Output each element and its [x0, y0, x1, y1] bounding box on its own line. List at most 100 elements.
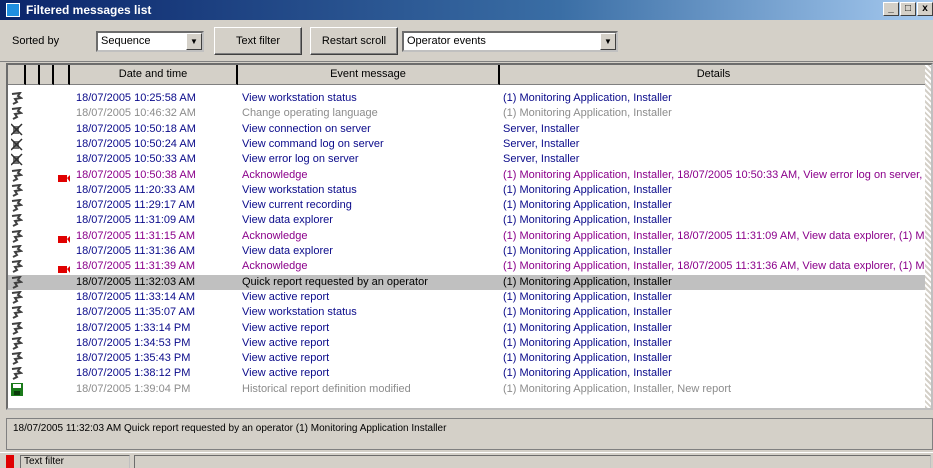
operator-icon [11, 290, 24, 304]
row-date-time: 18/07/2005 10:46:32 AM [76, 107, 196, 120]
table-row[interactable]: 18/07/2005 11:31:36 AM View data explorer… [8, 244, 931, 259]
table-row[interactable]: 18/07/2005 11:31:15 AM Acknowledge (1) Mon… [8, 229, 933, 244]
server-icon [10, 138, 23, 151]
header-event-message[interactable]: Event message [238, 65, 500, 85]
row-details: Server, Installer [503, 137, 580, 150]
table-row[interactable]: 18/07/2005 10:46:32 AM Change operating l… [8, 106, 931, 121]
row-date-time: 18/07/2005 10:50:18 AM [76, 122, 196, 135]
row-event-message: View current recording [242, 199, 352, 212]
vertical-scrollbar[interactable] [925, 65, 931, 408]
restart-scroll-button[interactable]: Restart scroll [310, 27, 398, 55]
operator-icon [11, 183, 24, 197]
chevron-down-icon[interactable]: ▼ [186, 33, 202, 50]
row-details: (1) Monitoring Application, Installer, 1… [503, 229, 933, 242]
operator-icon [11, 260, 24, 274]
header-icon-col[interactable] [8, 65, 26, 85]
row-event-message: View active report [242, 336, 330, 349]
row-details: (1) Monitoring Application, Installer [503, 367, 672, 380]
table-row[interactable]: 18/07/2005 10:50:38 AM Acknowledge (1) Mon… [8, 168, 931, 183]
row-date-time: 18/07/2005 10:50:33 AM [76, 153, 196, 166]
row-details: (1) Monitoring Application, Installer [503, 199, 672, 212]
event-filter-select[interactable]: Operator events ▼ [402, 31, 618, 52]
row-details: (1) Monitoring Application, Installer [503, 352, 672, 365]
row-event-message: View active report [242, 367, 330, 380]
table-row[interactable]: 18/07/2005 10:25:58 AM View workstation s… [8, 91, 931, 106]
row-date-time: 18/07/2005 11:32:03 AM [76, 275, 196, 288]
row-date-time: 18/07/2005 11:31:39 AM [76, 260, 196, 273]
row-date-time: 18/07/2005 1:34:53 PM [76, 336, 191, 349]
header-col-2[interactable] [26, 65, 40, 85]
table-row[interactable]: 18/07/2005 10:50:33 AM View error log on … [8, 152, 931, 167]
row-date-time: 18/07/2005 11:31:36 AM [76, 245, 196, 257]
operator-icon [11, 229, 24, 243]
row-event-message: View command log on server [242, 137, 384, 150]
header-col-4[interactable] [54, 65, 70, 85]
table-row[interactable]: 18/07/2005 1:38:12 PM View active report (… [8, 366, 931, 381]
detail-text: 18/07/2005 11:32:03 AM Quick report requ… [13, 423, 447, 434]
row-details: Server, Installer [503, 153, 580, 166]
alarm-icon [58, 172, 70, 182]
row-date-time: 18/07/2005 10:50:38 AM [76, 168, 196, 181]
chevron-down-icon[interactable]: ▼ [600, 33, 616, 50]
close-button[interactable]: x [917, 2, 933, 16]
row-details: Server, Installer [503, 122, 580, 135]
row-event-message: View connection on server [242, 122, 371, 135]
save-icon [11, 382, 23, 396]
row-details: (1) Monitoring Application, Installer [503, 245, 672, 257]
table-row[interactable]: 18/07/2005 1:39:04 PM Historical report d… [8, 382, 931, 397]
row-date-time: 18/07/2005 10:25:58 AM [76, 92, 196, 104]
messages-grid[interactable]: Date and time Event message Details 18/0… [6, 63, 933, 410]
row-details: (1) Monitoring Application, Installer [503, 321, 672, 334]
table-row[interactable]: 18/07/2005 11:20:33 AM View workstation s… [8, 183, 931, 198]
row-date-time: 18/07/2005 1:33:14 PM [76, 321, 191, 334]
text-filter-button[interactable]: Text filter [214, 27, 302, 55]
header-details[interactable]: Details [500, 65, 927, 85]
sort-select[interactable]: Sequence ▼ [96, 31, 204, 52]
table-row[interactable]: 18/07/2005 10:50:24 AM View command log o… [8, 137, 931, 152]
row-details: (1) Monitoring Application, Installer [503, 107, 672, 120]
operator-icon [11, 214, 24, 228]
table-row[interactable]: 18/07/2005 11:29:17 AM View current recor… [8, 198, 931, 213]
row-date-time: 18/07/2005 1:38:12 PM [76, 367, 191, 380]
sort-select-value: Sequence [101, 35, 151, 47]
row-event-message: View active report [242, 290, 330, 303]
table-row[interactable]: 18/07/2005 1:34:53 PM View active report (… [8, 336, 931, 351]
table-row[interactable]: 18/07/2005 11:31:39 AM Acknowledge (1) Mon… [8, 259, 933, 274]
sorted-by-label: Sorted by [12, 35, 60, 47]
title-bar: Filtered messages list _ □ x [0, 0, 933, 20]
minimize-button[interactable]: _ [883, 2, 899, 16]
app-icon [6, 3, 20, 17]
operator-icon [11, 244, 24, 258]
header-col-3[interactable] [40, 65, 54, 85]
table-row[interactable]: 18/07/2005 1:35:43 PM View active report (… [8, 351, 931, 366]
row-details: (1) Monitoring Application, Installer [503, 336, 672, 349]
row-event-message: Acknowledge [242, 229, 308, 242]
table-row[interactable]: 18/07/2005 11:33:14 AM View active report… [8, 290, 931, 305]
detail-panel: 18/07/2005 11:32:03 AM Quick report requ… [6, 418, 933, 450]
row-date-time: 18/07/2005 10:50:24 AM [76, 137, 196, 150]
server-icon [10, 153, 23, 166]
row-event-message: View workstation status [242, 92, 357, 104]
row-event-message: View data explorer [242, 245, 333, 257]
row-details: (1) Monitoring Application, Installer, 1… [503, 260, 933, 273]
table-row[interactable]: 18/07/2005 11:32:03 AM Quick report reque… [8, 274, 931, 290]
status-bar: Text filter [0, 452, 933, 468]
status-panel [134, 455, 931, 468]
alarm-icon [58, 233, 70, 243]
window-controls: _ □ x [882, 2, 933, 18]
operator-icon [11, 168, 24, 182]
operator-icon [11, 107, 24, 121]
row-date-time: 18/07/2005 11:29:17 AM [76, 199, 196, 212]
operator-icon [11, 91, 24, 105]
row-details: (1) Monitoring Application, Installer [503, 92, 672, 104]
table-row[interactable]: 18/07/2005 10:50:18 AM View connection on… [8, 122, 931, 137]
table-row[interactable]: 18/07/2005 1:33:14 PM View active report (… [8, 321, 931, 336]
row-event-message: Acknowledge [242, 260, 308, 273]
alarm-icon [58, 263, 70, 274]
table-row[interactable]: 18/07/2005 11:35:07 AM View workstation s… [8, 305, 931, 320]
table-row[interactable]: 18/07/2005 11:31:09 AM View data explorer… [8, 213, 931, 228]
maximize-button[interactable]: □ [900, 2, 916, 16]
row-date-time: 18/07/2005 1:35:43 PM [76, 352, 191, 365]
header-date-time[interactable]: Date and time [70, 65, 238, 85]
row-date-time: 18/07/2005 11:20:33 AM [76, 183, 196, 196]
